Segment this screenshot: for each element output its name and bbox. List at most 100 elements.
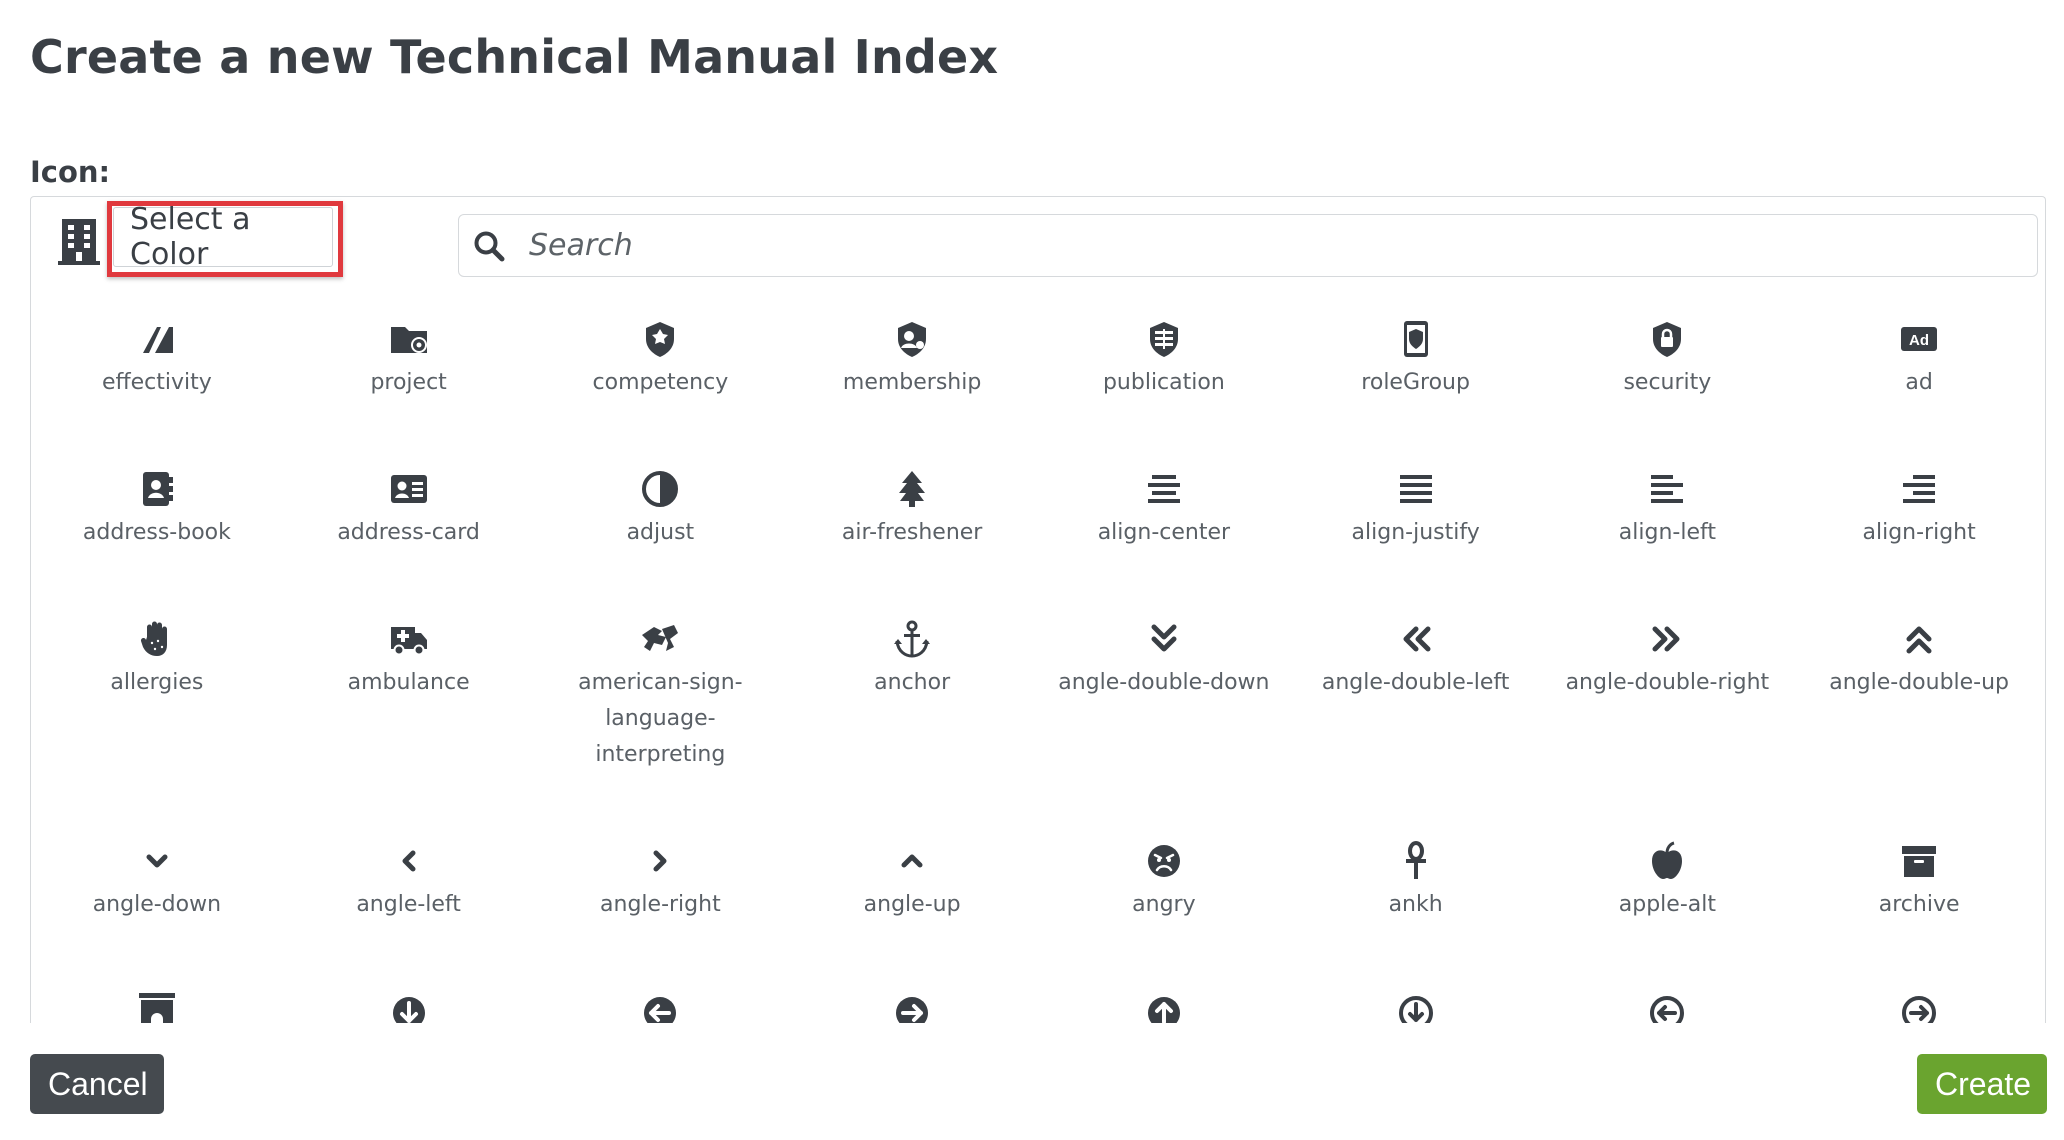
icon-option[interactable] xyxy=(1038,969,1290,1023)
icon-grid: effectivity project competency membership pu… xyxy=(31,297,2045,1023)
icon-row: angle-down angle-left angle-right angle-up a… xyxy=(31,819,2045,969)
icon-option-label: archive xyxy=(1878,892,1960,917)
icon-option[interactable] xyxy=(535,969,787,1023)
align-right-icon xyxy=(1899,469,1939,509)
angry-icon xyxy=(1144,841,1184,881)
icon-option[interactable]: air-freshener xyxy=(786,447,1038,597)
icon-option[interactable]: competency xyxy=(535,297,787,447)
icon-option[interactable]: angle-down xyxy=(31,819,283,969)
icon-option-label: angle-right xyxy=(600,892,721,917)
icon-option[interactable]: anchor xyxy=(786,597,1038,819)
icon-option-label: angle-double-left xyxy=(1321,670,1510,695)
icon-option[interactable]: adjust xyxy=(535,447,787,597)
icon-option[interactable]: security xyxy=(1542,297,1794,447)
icon-option[interactable]: angle-up xyxy=(786,819,1038,969)
icon-option[interactable] xyxy=(31,969,283,1023)
icon-option-label: ankh xyxy=(1388,892,1443,917)
icon-option[interactable] xyxy=(283,969,535,1023)
icon-option[interactable]: angry xyxy=(1038,819,1290,969)
icon-option[interactable]: angle-left xyxy=(283,819,535,969)
color-select[interactable]: Select a Color xyxy=(113,202,333,272)
arrow-circle-right-outline-icon xyxy=(1899,991,1939,1023)
ad-icon: Ad xyxy=(1899,319,1939,359)
icon-option[interactable]: angle-double-up xyxy=(1793,597,2045,819)
icon-option[interactable]: effectivity xyxy=(31,297,283,447)
icon-option-label: address-card xyxy=(337,520,480,545)
icon-option-label: effectivity xyxy=(101,370,212,395)
icon-option[interactable]: american-sign-language-interpreting xyxy=(535,597,787,819)
icon-option-label: align-center xyxy=(1097,520,1231,545)
icon-option-label: align-justify xyxy=(1351,520,1480,545)
create-button[interactable]: Create xyxy=(1917,1054,2047,1114)
arrow-circle-up-icon xyxy=(1144,991,1184,1023)
archive-icon xyxy=(1899,841,1939,881)
icon-option[interactable]: ambulance xyxy=(283,597,535,819)
icon-option[interactable]: publication xyxy=(1038,297,1290,447)
icon-option[interactable]: angle-double-down xyxy=(1038,597,1290,819)
adjust-icon xyxy=(640,469,680,509)
icon-row xyxy=(31,969,2045,1023)
address-book-icon xyxy=(137,469,177,509)
air-freshener-icon xyxy=(892,469,932,509)
archway-icon xyxy=(137,991,177,1023)
icon-option[interactable]: apple-alt xyxy=(1542,819,1794,969)
icon-option[interactable]: align-justify xyxy=(1290,447,1542,597)
icon-option[interactable]: ankh xyxy=(1290,819,1542,969)
icon-option-label: allergies xyxy=(110,670,204,695)
icon-option[interactable]: roleGroup xyxy=(1290,297,1542,447)
icon-option-label: ambulance xyxy=(347,670,470,695)
icon-option[interactable]: angle-double-right xyxy=(1542,597,1794,819)
icon-row: effectivity project competency membership pu… xyxy=(31,297,2045,447)
effectivity-icon xyxy=(137,319,177,359)
search-icon xyxy=(474,231,505,261)
icon-option[interactable]: Ad ad xyxy=(1793,297,2045,447)
angle-double-up-icon xyxy=(1899,619,1939,659)
icon-option[interactable]: address-card xyxy=(283,447,535,597)
icon-option[interactable]: project xyxy=(283,297,535,447)
icon-option-label: project xyxy=(370,370,447,395)
search-input[interactable] xyxy=(527,219,2037,272)
icon-option-label: angry xyxy=(1132,892,1196,917)
icon-option[interactable]: membership xyxy=(786,297,1038,447)
cancel-button[interactable]: Cancel xyxy=(30,1054,164,1114)
align-center-icon xyxy=(1144,469,1184,509)
icon-option-label: align-right xyxy=(1862,520,1976,545)
icon-option[interactable]: angle-right xyxy=(535,819,787,969)
icon-option[interactable]: align-left xyxy=(1542,447,1794,597)
icon-option[interactable]: archive xyxy=(1793,819,2045,969)
icon-option[interactable]: align-center xyxy=(1038,447,1290,597)
angle-up-icon xyxy=(892,841,932,881)
icon-option[interactable] xyxy=(1290,969,1542,1023)
icon-option-label: membership xyxy=(842,370,982,395)
ambulance-icon xyxy=(389,619,429,659)
icon-option[interactable] xyxy=(1542,969,1794,1023)
align-justify-icon xyxy=(1396,469,1436,509)
icon-option-label: address-book xyxy=(82,520,231,545)
icon-option[interactable]: angle-double-left xyxy=(1290,597,1542,819)
anchor-icon xyxy=(892,619,932,659)
icon-option-label: angle-double-down xyxy=(1058,670,1270,695)
icon-option-label: align-left xyxy=(1618,520,1716,545)
angle-right-icon xyxy=(640,841,680,881)
icon-option[interactable] xyxy=(786,969,1038,1023)
icon-option-label: anchor xyxy=(874,670,951,695)
color-select-label: Select a Color xyxy=(130,202,251,272)
badge-shield-icon xyxy=(640,319,680,359)
icon-option-label: security xyxy=(1623,370,1712,395)
building-icon xyxy=(58,219,100,265)
icon-option[interactable]: address-book xyxy=(31,447,283,597)
icon-picker-panel: Select a Color effectivity project compete… xyxy=(30,196,2046,1023)
icon-option[interactable]: align-right xyxy=(1793,447,2045,597)
icon-option-label: angle-left xyxy=(356,892,461,917)
icon-option[interactable] xyxy=(1793,969,2045,1023)
angle-left-icon xyxy=(389,841,429,881)
american-sign-language-interpreting-icon xyxy=(640,619,680,659)
icon-search xyxy=(458,214,2038,277)
page-title: Create a new Technical Manual Index xyxy=(30,30,999,84)
arrow-circle-left-icon xyxy=(640,991,680,1023)
svg-text:Ad: Ad xyxy=(1909,332,1929,349)
icon-option-label: competency xyxy=(592,370,729,395)
icon-option[interactable]: allergies xyxy=(31,597,283,819)
icon-option-label: publication xyxy=(1102,370,1225,395)
arrow-circle-right-icon xyxy=(892,991,932,1023)
